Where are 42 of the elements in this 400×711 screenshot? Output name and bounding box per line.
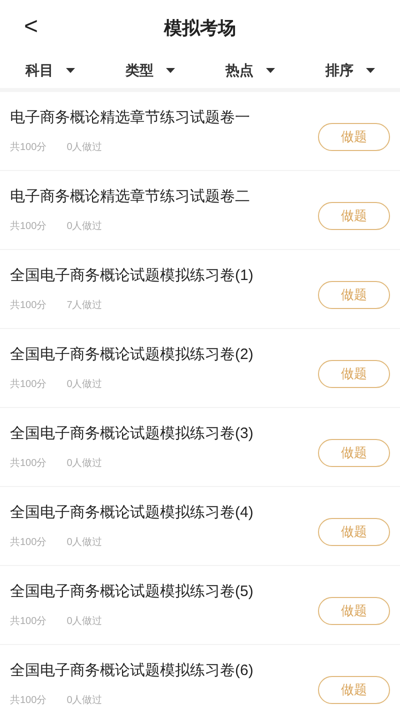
paper-title: 全国电子商务概论试题模拟练习卷(1) — [10, 266, 254, 286]
attempt-count: 0人做过 — [66, 220, 102, 234]
start-button[interactable]: 做题 — [318, 439, 390, 467]
total-score: 共100分 — [10, 694, 47, 708]
attempt-count: 0人做过 — [66, 536, 102, 550]
filter-dropdown[interactable]: 排序 — [300, 60, 400, 80]
back-button[interactable]: < — [20, 12, 42, 42]
page-title: 模拟考场 — [164, 16, 236, 40]
total-score: 共100分 — [10, 140, 47, 155]
start-button[interactable]: 做题 — [318, 518, 390, 546]
attempt-count: 0人做过 — [66, 378, 102, 392]
paper-title: 电子商务概论精选章节练习试题卷二 — [10, 187, 251, 208]
attempt-count: 0人做过 — [66, 456, 102, 471]
dropdown-caret-icon — [66, 68, 74, 72]
attempt-count: 0人做过 — [66, 614, 102, 629]
dropdown-caret-icon — [366, 68, 374, 72]
attempt-count: 7人做过 — [66, 298, 102, 313]
start-button[interactable]: 做题 — [318, 360, 390, 388]
paper-title: 全国电子商务概论试题模拟练习卷(2) — [10, 345, 254, 366]
paper-title: 电子商务概论精选章节练习试题卷一 — [10, 108, 251, 128]
filter-dropdown[interactable]: 科目 — [0, 60, 100, 80]
start-button[interactable]: 做题 — [318, 123, 390, 151]
start-button[interactable]: 做题 — [318, 281, 390, 309]
filter-dropdown[interactable]: 类型 — [100, 60, 200, 80]
attempt-count: 0人做过 — [66, 694, 102, 708]
paper-title: 全国电子商务概论试题模拟练习卷(3) — [10, 424, 254, 444]
total-score: 共100分 — [10, 298, 47, 313]
dropdown-caret-icon — [266, 68, 274, 72]
total-score: 共100分 — [10, 378, 47, 392]
paper-title: 全国电子商务概论试题模拟练习卷(6) — [10, 661, 254, 682]
start-button[interactable]: 做题 — [318, 597, 390, 625]
total-score: 共100分 — [10, 536, 47, 550]
total-score: 共100分 — [10, 220, 47, 234]
dropdown-caret-icon — [166, 68, 174, 72]
filter-dropdown[interactable]: 热点 — [200, 60, 300, 80]
total-score: 共100分 — [10, 614, 47, 629]
paper-title: 全国电子商务概论试题模拟练习卷(4) — [10, 503, 254, 524]
start-button[interactable]: 做题 — [318, 676, 390, 704]
paper-title: 全国电子商务概论试题模拟练习卷(5) — [10, 582, 254, 602]
total-score: 共100分 — [10, 456, 47, 471]
attempt-count: 0人做过 — [66, 140, 102, 155]
start-button[interactable]: 做题 — [318, 202, 390, 230]
